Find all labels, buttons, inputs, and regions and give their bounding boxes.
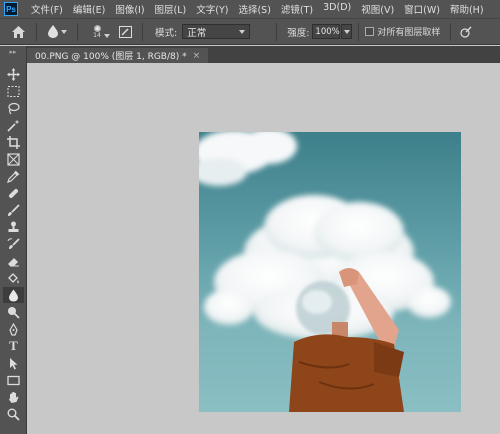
hand-icon [9,391,19,403]
zoom-tool[interactable] [3,406,24,422]
strength-label: 强度: [287,27,310,39]
eraser-tool[interactable] [3,253,24,269]
paint-bucket-tool[interactable] [3,270,24,286]
arrow-cursor-icon [10,357,18,369]
stamp-icon [8,221,19,232]
brush-tool[interactable] [3,202,24,218]
menu-item[interactable]: 图像(I) [110,2,149,16]
sample-all-layers-checkbox[interactable] [365,27,375,36]
eyedropper-tool[interactable] [3,168,24,184]
tool-preset-picker[interactable] [43,25,71,38]
paint-bucket-icon [8,272,19,283]
tools-panel: ▸▸ T [0,46,27,434]
bandage-icon [9,188,18,198]
sample-all-layers-label: 对所有图层取样 [377,28,441,38]
lasso-icon [8,102,20,114]
menu-item[interactable]: 文件(F) [26,2,68,16]
menu-item[interactable]: 文字(Y) [191,2,233,16]
rectangle-icon [7,375,20,385]
clone-stamp-tool[interactable] [3,219,24,235]
document-tab-bar: 00.PNG @ 100% (图层 1, RGB/8) * × [27,46,500,63]
menu-item[interactable]: 滤镜(T) [276,2,318,16]
path-selection-tool[interactable] [3,355,24,371]
separator [358,22,360,41]
pen-tool[interactable] [3,321,24,337]
move-icon [7,67,20,81]
brush-settings-panel-button[interactable] [114,25,136,38]
document-tab-title: 00.PNG @ 100% (图层 1, RGB/8) * [35,52,187,62]
separator [77,22,78,41]
photo-cloud-person [199,132,451,412]
type-icon: T [9,338,18,353]
chevron-down-icon [239,29,246,34]
marquee-icon [7,85,20,97]
frame-icon [7,152,20,166]
crop-tool[interactable] [3,134,24,150]
separator [142,22,143,41]
home-button[interactable] [6,25,30,38]
brush-tip-icon [93,24,101,32]
magnifier-icon [7,408,20,421]
menu-item[interactable]: 3D(D) [318,2,356,16]
brush-panel-icon [118,25,132,38]
history-brush-icon [7,237,20,249]
menu-bar: Ps 文件(F) 编辑(E) 图像(I) 图层(L) 文字(Y) 选择(S) 滤镜(T) 3D… [0,0,500,18]
chevron-down-icon [60,29,67,34]
crop-icon [7,135,20,149]
eyedropper-icon [7,170,20,183]
menu-item[interactable]: 编辑(E) [68,2,110,16]
chevron-down-icon [104,33,110,38]
options-bar: 14 模式: 正常 强度: 100% 对所有图层取样 [0,18,500,45]
document-image[interactable] [199,132,461,412]
document-tab[interactable]: 00.PNG @ 100% (图层 1, RGB/8) * × [27,48,209,63]
blur-tool[interactable] [3,287,24,303]
history-brush-tool[interactable] [3,236,24,252]
menu-item[interactable]: 选择(S) [233,2,275,16]
type-tool[interactable]: T [3,338,24,354]
menu-item[interactable]: 帮助(H) [445,2,489,16]
frame-tool[interactable] [3,151,24,167]
strength-value: 100% [315,26,340,37]
strength-slider-toggle[interactable] [341,24,353,39]
chevron-down-icon [344,29,351,34]
menu-item[interactable]: 图层(L) [150,2,192,16]
separator [36,22,37,41]
close-icon[interactable]: × [193,51,201,61]
blur-drop-icon [9,289,18,301]
dodge-tool[interactable] [3,304,24,320]
blur-drop-icon [47,25,58,38]
mode-label: 模式: [155,27,178,39]
mode-value: 正常 [187,27,207,39]
mode-dropdown[interactable]: 正常 [182,24,251,39]
eraser-icon [8,257,19,266]
strength-input[interactable]: 100% [312,24,341,39]
toolbar-collapse-grip[interactable]: ▸▸ [0,46,26,58]
move-tool[interactable] [3,66,24,82]
separator [450,22,452,41]
healing-tool[interactable] [3,185,24,201]
pressure-pen-icon [460,26,472,38]
pen-icon [9,322,18,336]
magic-wand-icon [7,119,20,132]
hand-tool[interactable] [3,389,24,405]
brush-icon [8,203,20,216]
rectangle-tool[interactable] [3,372,24,388]
brush-preset-picker[interactable]: 14 [84,24,110,39]
separator [276,22,278,41]
magic-wand-tool[interactable] [3,117,24,133]
pressure-button[interactable] [457,26,475,38]
menu-item[interactable]: 窗口(W) [399,2,445,16]
brush-size-label: 14 [93,31,101,39]
lasso-tool[interactable] [3,100,24,116]
dodge-icon [8,306,20,319]
menu-item[interactable]: 视图(V) [356,2,399,16]
photoshop-logo-icon[interactable]: Ps [4,2,18,16]
home-icon [11,25,25,38]
marquee-tool[interactable] [3,83,24,99]
